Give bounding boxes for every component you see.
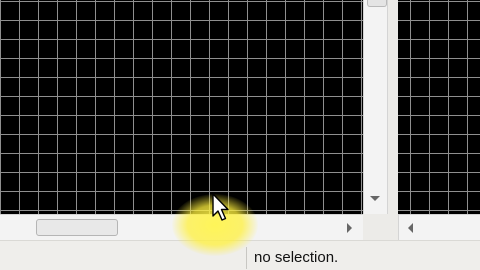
selection-status: no selection. (254, 249, 339, 266)
secondary-horizontal-scrollbar[interactable] (398, 214, 480, 240)
vertical-scrollbar[interactable] (363, 0, 388, 214)
status-bar: no selection. (0, 240, 480, 270)
horizontal-scrollbar[interactable] (0, 214, 363, 240)
vertical-scrollbar-thumb[interactable] (367, 0, 387, 7)
grid-canvas[interactable] (0, 0, 363, 214)
arrow-right-icon[interactable] (347, 223, 352, 233)
scrollbar-corner (363, 214, 388, 240)
arrow-left-icon[interactable] (408, 223, 413, 233)
horizontal-scrollbar-thumb[interactable] (36, 219, 118, 236)
secondary-grid-canvas[interactable] (398, 0, 480, 214)
arrow-down-icon[interactable] (370, 196, 380, 201)
status-divider (246, 247, 247, 269)
pane-splitter[interactable] (388, 0, 398, 240)
editor-window: no selection. (0, 0, 480, 270)
